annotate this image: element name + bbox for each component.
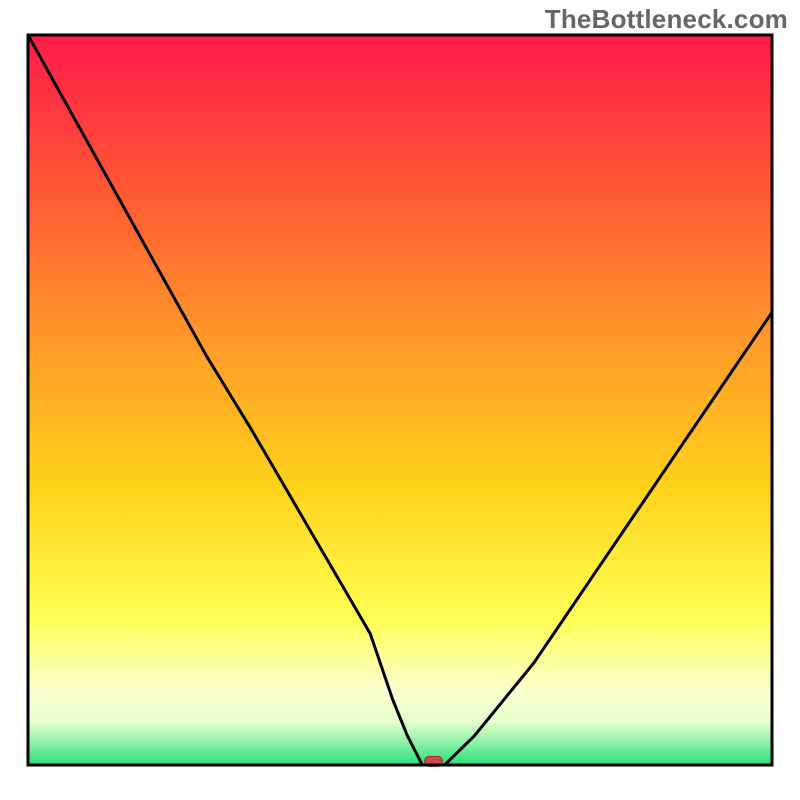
chart-container: TheBottleneck.com: [0, 0, 800, 800]
watermark-text: TheBottleneck.com: [545, 4, 788, 35]
plot-background: [28, 35, 772, 765]
bottleneck-chart: [0, 0, 800, 800]
